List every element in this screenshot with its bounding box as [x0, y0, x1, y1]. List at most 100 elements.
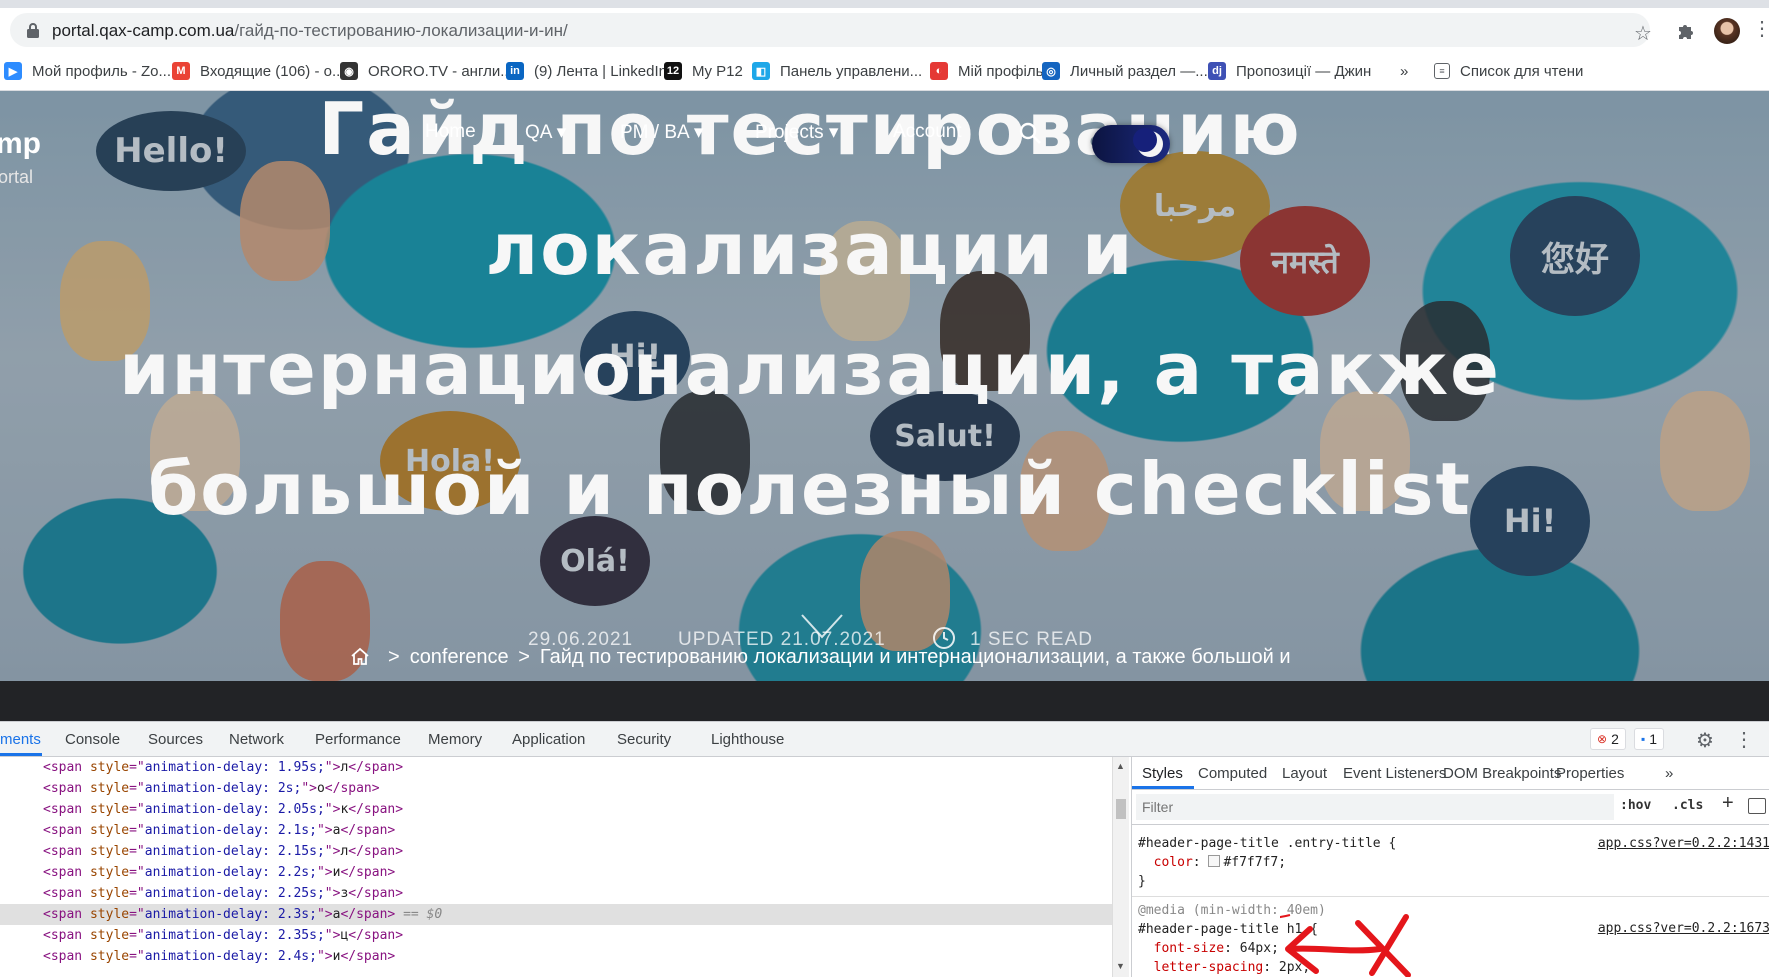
css-property[interactable]: font-size — [1154, 941, 1224, 956]
rule-divider — [1132, 896, 1769, 897]
nav-item[interactable]: Home — [425, 121, 476, 143]
devtools-tab[interactable]: Console — [65, 731, 120, 748]
styles-subtab[interactable]: DOM Breakpoints — [1443, 765, 1561, 782]
bookmark-item[interactable]: 12 My P12 — [664, 60, 743, 82]
styles-pane: Styles Computed Layout Event Listeners DOM B… — [1131, 757, 1769, 977]
devtools-tab[interactable]: Application — [512, 731, 585, 748]
dom-node-line[interactable]: <span style="animation-delay: 2.2s;">и</… — [0, 862, 1112, 883]
styles-subtab[interactable]: Styles — [1142, 765, 1183, 782]
content-dark-band — [0, 681, 1769, 721]
url-text[interactable]: portal.qax-camp.com.ua/гайд-по-тестирова… — [52, 21, 568, 41]
css-property[interactable]: letter-spacing — [1154, 960, 1264, 975]
nav-item[interactable]: QA ▾ — [525, 121, 566, 144]
devtools-tab[interactable]: Sources — [148, 731, 203, 748]
site-logo[interactable]: mp — [0, 127, 41, 161]
animation-delay-value: 2.3s; — [277, 907, 317, 922]
djinni-icon: dj — [1208, 62, 1226, 80]
dom-node-line[interactable]: <span style="animation-delay: 2.1s;">а</… — [0, 820, 1112, 841]
styles-subtab[interactable]: Event Listeners — [1343, 765, 1446, 782]
bookmark-star-icon[interactable]: ☆ — [1634, 21, 1652, 46]
home-icon[interactable] — [350, 646, 370, 666]
devtools-menu-icon[interactable]: ⋮ — [1734, 727, 1754, 752]
breadcrumb-category[interactable]: conference — [410, 646, 509, 668]
bookmark-label: (9) Лента | LinkedIn — [534, 62, 667, 80]
dom-node-line[interactable]: <span style="animation-delay: 2.05s;">к<… — [0, 799, 1112, 820]
zoom-icon: ▶ — [4, 62, 22, 80]
bookmark-item[interactable]: ◉ ORORO.TV - англи... — [340, 60, 513, 82]
dom-node-line[interactable]: <span style="animation-delay: 2.4s;">и</… — [0, 946, 1112, 967]
elements-scrollbar[interactable]: ▲ ▼ — [1112, 757, 1129, 977]
bookmark-item[interactable]: M Входящие (106) - о... — [172, 60, 344, 82]
devtools-tab[interactable]: Memory — [428, 731, 482, 748]
devtools-tab[interactable]: Performance — [315, 731, 401, 748]
url-path: /гайд-по-тестированию-локализации-и-ин/ — [234, 21, 568, 40]
bookmark-label: Мой профиль - Zo... — [32, 62, 171, 80]
reading-list-button[interactable]: ≡ Список для чтени — [1434, 60, 1583, 82]
color-swatch[interactable] — [1208, 855, 1221, 867]
ororo-icon: ◉ — [340, 62, 358, 80]
dom-node-line[interactable]: <span style="animation-delay: 2.15s;">л<… — [0, 841, 1112, 862]
p12-icon: 12 — [664, 62, 682, 80]
personal-icon: ◎ — [1042, 62, 1060, 80]
dom-node-line[interactable]: <span style="animation-delay: 2.35s;">ц<… — [0, 925, 1112, 946]
bookmark-item[interactable]: in (9) Лента | LinkedIn — [506, 60, 667, 82]
omnibox[interactable]: portal.qax-camp.com.ua/гайд-по-тестирова… — [10, 13, 1652, 47]
nav-item[interactable]: PM / BA ▾ — [620, 121, 703, 144]
dom-node-line[interactable]: <span style="animation-delay: 2.3s;">а</… — [0, 904, 1112, 925]
bookmark-item[interactable]: ◐ Мій профіль — [930, 60, 1043, 82]
new-rule-plus-icon[interactable]: + — [1722, 792, 1734, 815]
styles-subtab[interactable]: Computed — [1198, 765, 1267, 782]
hover-state-toggle[interactable]: :hov — [1620, 798, 1651, 813]
nav-item[interactable]: Projects ▾ — [755, 121, 838, 144]
dom-node-line[interactable]: <span style="animation-delay: 1.95s;">л<… — [0, 757, 1112, 778]
browser-menu-icon[interactable]: ⋮ — [1752, 16, 1769, 41]
error-count-badge[interactable]: ⊗ 2 — [1590, 728, 1626, 750]
styles-filter-input[interactable] — [1136, 794, 1614, 820]
scroll-up-arrow-icon[interactable]: ▲ — [1116, 761, 1125, 771]
scroll-down-arrow-icon[interactable]: ▼ — [1116, 961, 1125, 971]
styles-subtab[interactable]: » — [1665, 765, 1673, 782]
dom-node-line[interactable]: <span style="animation-delay: 2.25s;">з<… — [0, 883, 1112, 904]
bookmark-label: Входящие (106) - о... — [200, 62, 345, 80]
css-value[interactable]: #f7f7f7; — [1223, 855, 1286, 870]
extensions-puzzle-icon[interactable] — [1676, 21, 1696, 41]
dom-node-line[interactable]: <span style="animation-delay: 2s;">о</sp… — [0, 778, 1112, 799]
address-bar-row: portal.qax-camp.com.ua/гайд-по-тестирова… — [0, 8, 1769, 52]
scrollbar-thumb[interactable] — [1116, 799, 1126, 819]
css-property[interactable]: color — [1154, 855, 1193, 870]
animation-delay-value: 2s; — [277, 781, 302, 796]
lock-icon[interactable] — [26, 22, 40, 38]
devtools-tab[interactable]: ments — [0, 731, 41, 748]
scroll-down-chevron-icon[interactable] — [800, 611, 844, 641]
bookmark-item[interactable]: dj Пропозиції — Джин — [1208, 60, 1371, 82]
devtools-tab[interactable]: Lighthouse — [711, 731, 784, 748]
sidebar-toggle-icon[interactable] — [1748, 798, 1766, 814]
elements-tree: <span style="animation-delay: 1.95s;">л<… — [0, 757, 1112, 977]
settings-gear-icon[interactable]: ⚙ — [1696, 728, 1714, 753]
devtools-tab[interactable]: Security — [617, 731, 671, 748]
rule-source-link[interactable]: app.css?ver=0.2.2:1673 — [1598, 921, 1769, 936]
message-icon: ▪ — [1641, 732, 1646, 746]
class-toggle[interactable]: .cls — [1672, 798, 1703, 813]
message-count-badge[interactable]: ▪ 1 — [1634, 728, 1665, 750]
bookmark-item[interactable]: ◧ Панель управлени... — [752, 60, 922, 82]
active-tab-indicator — [0, 753, 42, 756]
nav-item[interactable]: Account — [893, 121, 962, 143]
bookmark-item[interactable]: ◎ Личный раздел —... — [1042, 60, 1208, 82]
animation-delay-value: 2.35s; — [277, 928, 325, 943]
profile-avatar[interactable] — [1714, 18, 1740, 44]
dark-mode-toggle[interactable] — [1092, 125, 1170, 163]
css-rule[interactable]: #header-page-title .entry-title { color:… — [1138, 834, 1396, 891]
error-icon: ⊗ — [1597, 732, 1608, 746]
styles-subtab[interactable]: Layout — [1282, 765, 1327, 782]
styles-subtab[interactable]: Properties — [1556, 765, 1624, 782]
rule-source-link[interactable]: app.css?ver=0.2.2:1431 — [1598, 836, 1769, 851]
bookmark-label: Мій профіль — [958, 62, 1044, 80]
bookmark-label: My P12 — [692, 62, 743, 80]
devtools-tab[interactable]: Network — [229, 731, 284, 748]
bookmark-item[interactable]: ▶ Мой профиль - Zo... — [4, 60, 171, 82]
search-icon[interactable] — [1018, 121, 1042, 145]
animation-delay-value: 2.1s; — [277, 823, 317, 838]
bookmarks-overflow-icon[interactable]: » — [1400, 60, 1408, 82]
css-value[interactable]: 64px; — [1240, 941, 1279, 956]
